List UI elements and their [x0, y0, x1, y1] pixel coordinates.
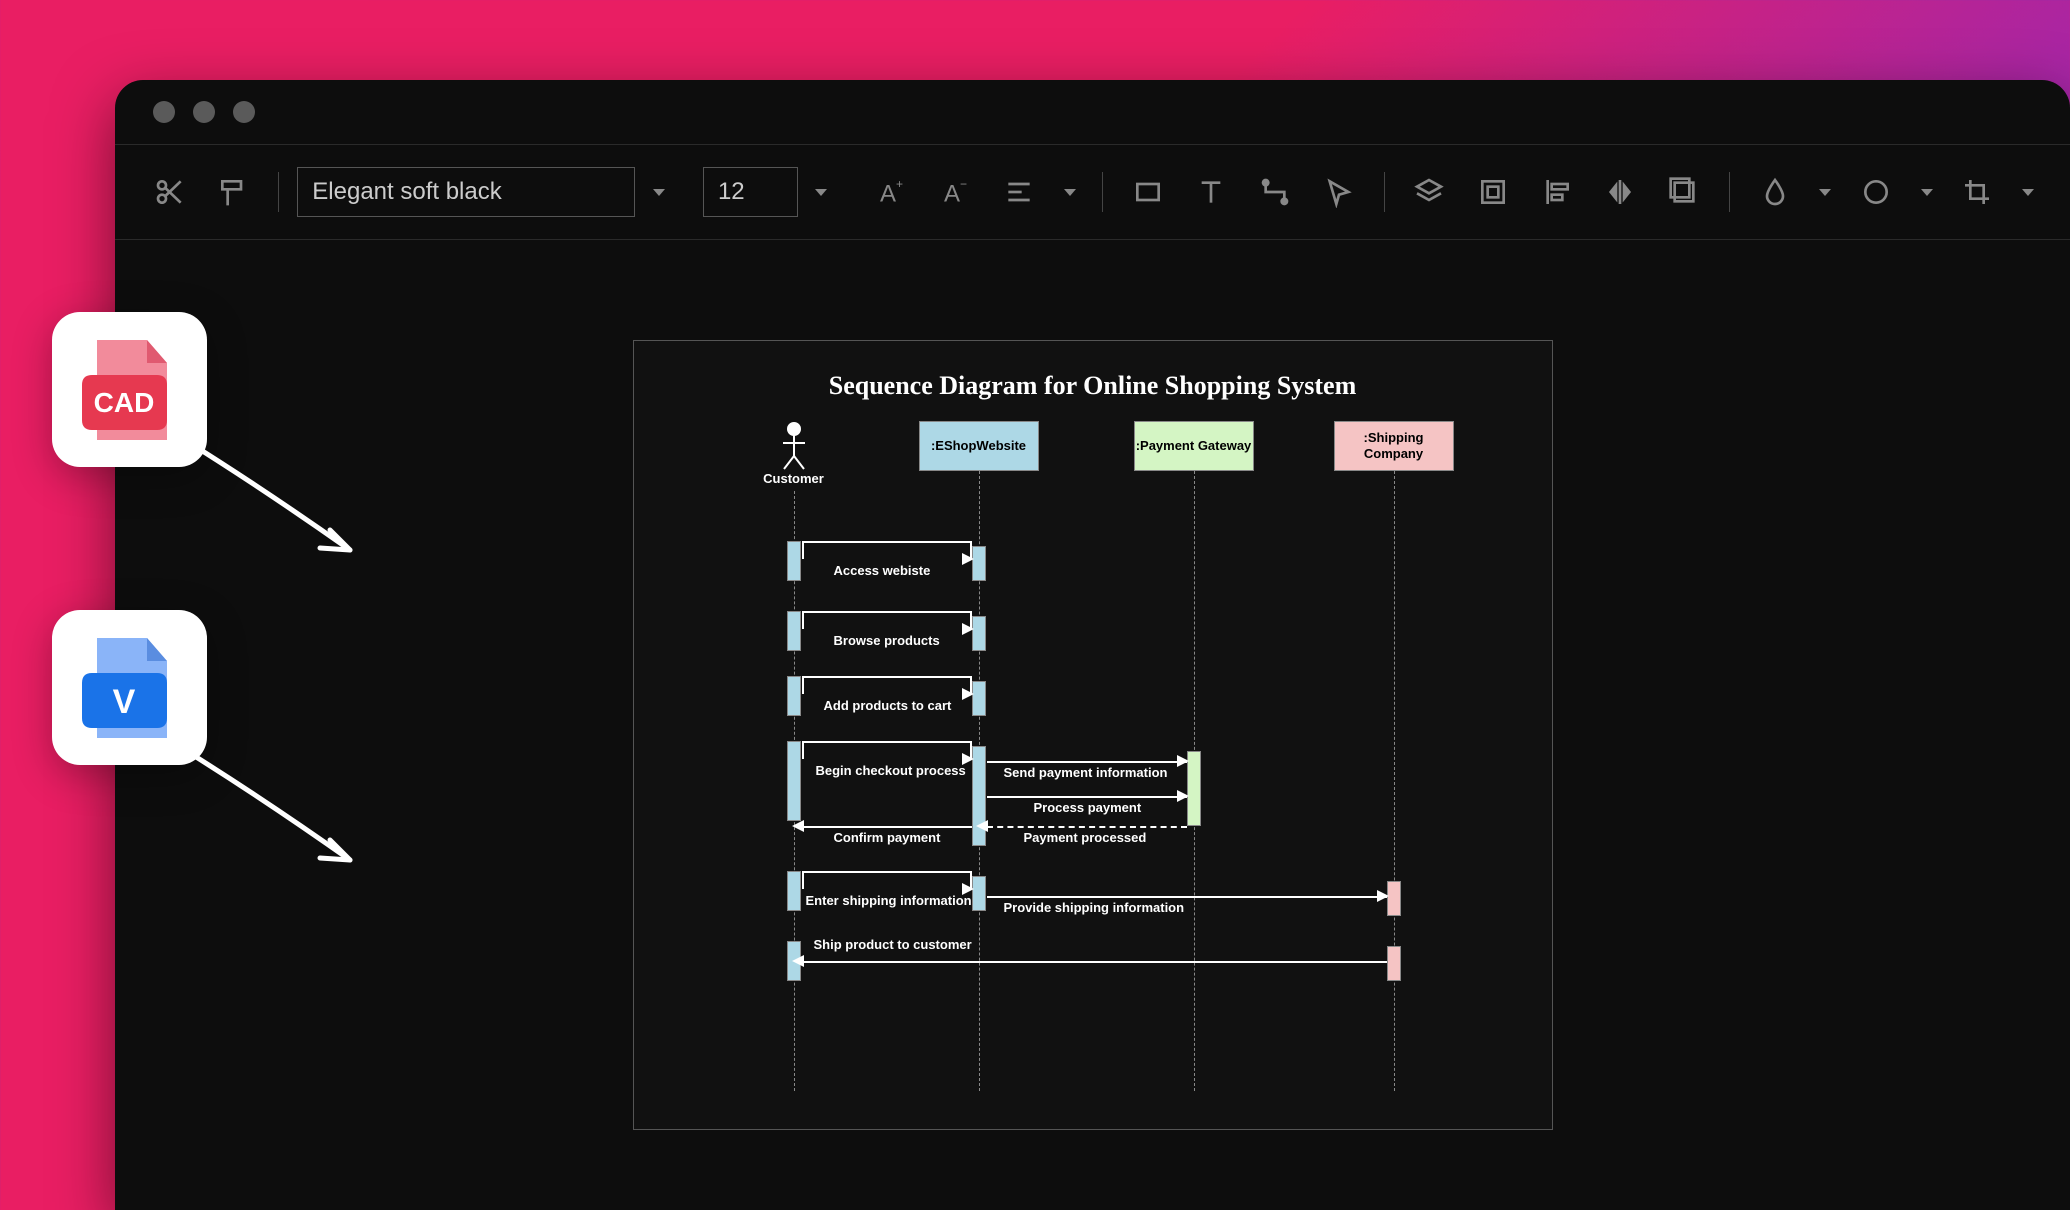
activation: [972, 876, 986, 911]
activation: [972, 616, 986, 651]
arrowhead-icon: [792, 955, 804, 967]
msg-label: Access webiste: [834, 563, 931, 585]
fill-color-icon[interactable]: [1748, 165, 1802, 219]
msg-label: Process payment: [1034, 800, 1142, 822]
activation: [972, 681, 986, 716]
line-dropdown-icon[interactable]: [1913, 167, 1941, 217]
increase-font-icon[interactable]: A+: [865, 165, 919, 219]
msg-line: [987, 761, 1187, 763]
layers-icon[interactable]: [1403, 165, 1457, 219]
arrowhead-icon: [962, 688, 974, 700]
msg-label: Ship product to customer: [814, 937, 972, 959]
divider: [1729, 172, 1730, 212]
line-style-icon[interactable]: [1849, 165, 1903, 219]
msg-label: Send payment information: [1004, 765, 1168, 787]
activation: [1187, 751, 1201, 826]
group-icon[interactable]: [1466, 165, 1520, 219]
font-size-select[interactable]: 12: [703, 167, 798, 217]
msg-label: Add products to cart: [824, 698, 952, 720]
distribute-icon[interactable]: [1657, 165, 1711, 219]
flip-icon[interactable]: [1593, 165, 1647, 219]
diagram-title: Sequence Diagram for Online Shopping Sys…: [674, 371, 1512, 401]
msg-line: [987, 796, 1187, 798]
toolbar: Elegant soft black 12 A+ A−: [115, 145, 2070, 240]
lifeline-payment-label: :Payment Gateway: [1136, 438, 1252, 454]
activation: [787, 741, 801, 821]
format-painter-icon[interactable]: [207, 165, 261, 219]
align-left-icon[interactable]: [1530, 165, 1584, 219]
msg-line: [802, 826, 972, 828]
activation: [787, 611, 801, 651]
traffic-minimize[interactable]: [193, 101, 215, 123]
canvas[interactable]: Sequence Diagram for Online Shopping Sys…: [115, 240, 2070, 1210]
crop-dropdown-icon[interactable]: [2014, 167, 2042, 217]
align-icon[interactable]: [993, 165, 1047, 219]
msg-line: [987, 826, 1187, 828]
arrowhead-icon: [1177, 790, 1189, 802]
arrowhead-icon: [962, 753, 974, 765]
arrowhead-icon: [962, 883, 974, 895]
msg-label: Confirm payment: [834, 830, 941, 852]
fill-dropdown-icon[interactable]: [1811, 167, 1839, 217]
font-size-dropdown-icon[interactable]: [808, 167, 836, 217]
msg-line: [802, 961, 1387, 963]
msg-label: Provide shipping information: [1004, 900, 1185, 922]
arrowhead-icon: [1177, 755, 1189, 767]
divider: [278, 172, 279, 212]
hand-arrow-icon: [175, 430, 385, 580]
visio-label: V: [113, 683, 136, 721]
arrowhead-icon: [1377, 890, 1389, 902]
lifeline-payment[interactable]: :Payment Gateway: [1134, 421, 1254, 471]
arrowhead-icon: [976, 820, 988, 832]
activation: [787, 871, 801, 911]
hand-arrow-icon: [175, 740, 385, 890]
traffic-zoom[interactable]: [233, 101, 255, 123]
titlebar: [115, 80, 2070, 145]
svg-text:+: +: [896, 177, 903, 191]
msg-label: Browse products: [834, 633, 940, 655]
font-family-value: Elegant soft black: [312, 178, 501, 206]
arrowhead-icon: [962, 623, 974, 635]
lifeline-shipping-label: :Shipping Company: [1335, 430, 1453, 461]
msg-label: Enter shipping information: [806, 893, 972, 915]
actor-customer-label: Customer: [754, 471, 834, 486]
lifeline-shipping[interactable]: :Shipping Company: [1334, 421, 1454, 471]
arrowhead-icon: [792, 820, 804, 832]
activation: [1387, 946, 1401, 981]
activation: [787, 676, 801, 716]
font-family-select[interactable]: Elegant soft black: [297, 167, 635, 217]
svg-text:A: A: [944, 180, 960, 207]
actor-customer[interactable]: Customer: [754, 421, 834, 486]
activation: [1387, 881, 1401, 916]
cut-icon[interactable]: [143, 165, 197, 219]
msg-line: [987, 896, 1387, 898]
traffic-close[interactable]: [153, 101, 175, 123]
text-tool-icon[interactable]: [1185, 165, 1239, 219]
align-dropdown-icon[interactable]: [1056, 167, 1084, 217]
divider: [1102, 172, 1103, 212]
lifeline-line: [1394, 471, 1395, 1091]
svg-text:−: −: [960, 177, 967, 191]
pointer-tool-icon[interactable]: [1312, 165, 1366, 219]
lifeline-eshop-label: :EShopWebsite: [931, 438, 1026, 454]
app-window: Elegant soft black 12 A+ A−: [115, 80, 2070, 1210]
crop-icon[interactable]: [1951, 165, 2005, 219]
font-size-value: 12: [718, 178, 745, 206]
msg-label: Begin checkout process: [816, 763, 966, 785]
lifeline-eshop[interactable]: :EShopWebsite: [919, 421, 1039, 471]
arrowhead-icon: [962, 553, 974, 565]
divider: [1384, 172, 1385, 212]
svg-text:A: A: [880, 180, 896, 207]
activation: [972, 546, 986, 581]
sequence-diagram: Customer :EShopWebsite :Payment Gateway …: [674, 421, 1512, 1101]
activation: [787, 541, 801, 581]
connector-tool-icon[interactable]: [1248, 165, 1302, 219]
decrease-font-icon[interactable]: A−: [929, 165, 983, 219]
msg-label: Payment processed: [1024, 830, 1147, 852]
rectangle-tool-icon[interactable]: [1121, 165, 1175, 219]
font-family-dropdown-icon[interactable]: [645, 167, 673, 217]
diagram-frame[interactable]: Sequence Diagram for Online Shopping Sys…: [633, 340, 1553, 1130]
cad-label: CAD: [94, 387, 155, 418]
